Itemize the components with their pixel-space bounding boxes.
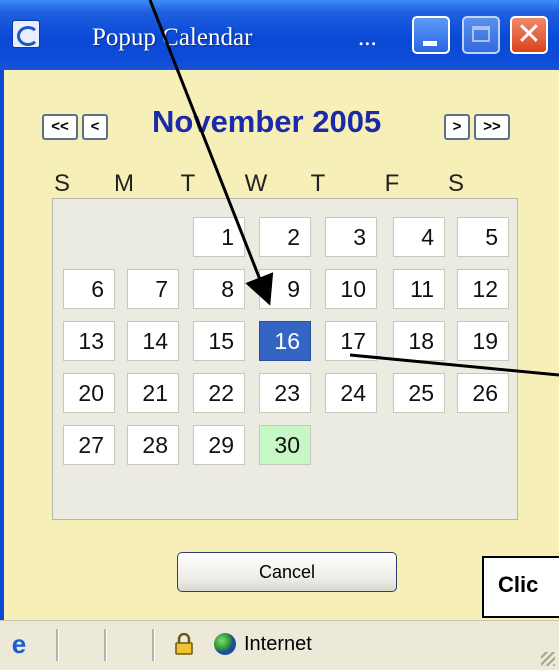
resize-grip-icon[interactable] (541, 652, 555, 666)
weekday-label: F (384, 170, 400, 197)
day-cell-20[interactable]: 20 (63, 373, 115, 413)
day-cell-25[interactable]: 25 (393, 373, 445, 413)
status-divider (104, 629, 107, 661)
day-cell-17[interactable]: 17 (325, 321, 377, 361)
day-cell-15[interactable]: 15 (193, 321, 245, 361)
day-cell-23[interactable]: 23 (259, 373, 311, 413)
annotation-callout: Clic (482, 556, 559, 618)
day-cell-14[interactable]: 14 (127, 321, 179, 361)
lock-icon (175, 633, 193, 655)
day-cell-8[interactable]: 8 (193, 269, 245, 309)
day-cell-22[interactable]: 22 (193, 373, 245, 413)
maximize-button[interactable] (462, 16, 500, 54)
close-icon: ✕ (516, 18, 542, 51)
day-cell-9[interactable]: 9 (259, 269, 311, 309)
prev-year-button[interactable]: << (42, 114, 78, 140)
weekday-label: W (244, 170, 268, 197)
next-year-button[interactable]: >> (474, 114, 510, 140)
weekday-label: M (114, 170, 134, 197)
day-cell-29[interactable]: 29 (193, 425, 245, 465)
weekday-label: T (180, 170, 196, 197)
day-cell-4[interactable]: 4 (393, 217, 445, 257)
day-cell-11[interactable]: 11 (393, 269, 445, 309)
status-bar: e Internet (0, 620, 559, 670)
weekday-label: S (53, 170, 70, 197)
day-cell-1[interactable]: 1 (193, 217, 245, 257)
day-grid: 1 2 3 4 5 6 7 8 9 10 11 12 13 14 15 16 17 18 19 20 21 22 23 24 2… (52, 198, 518, 520)
weekday-label: S (447, 170, 464, 197)
close-button[interactable]: ✕ (510, 16, 548, 54)
day-cell-27[interactable]: 27 (63, 425, 115, 465)
status-divider (56, 629, 59, 661)
minimize-button[interactable] (412, 16, 450, 54)
day-cell-13[interactable]: 13 (63, 321, 115, 361)
day-cell-7[interactable]: 7 (127, 269, 179, 309)
month-year-title: November 2005 (152, 104, 382, 139)
day-cell-21[interactable]: 21 (127, 373, 179, 413)
next-month-button[interactable]: > (444, 114, 470, 140)
day-cell-26[interactable]: 26 (457, 373, 509, 413)
day-cell-18[interactable]: 18 (393, 321, 445, 361)
day-cell-24[interactable]: 24 (325, 373, 377, 413)
maximize-icon (472, 26, 490, 42)
day-cell-3[interactable]: 3 (325, 217, 377, 257)
day-cell-2[interactable]: 2 (259, 217, 311, 257)
day-cell-12[interactable]: 12 (457, 269, 509, 309)
day-cell-16[interactable]: 16 (259, 321, 311, 361)
weekday-label: T (310, 170, 326, 197)
prev-month-button[interactable]: < (82, 114, 108, 140)
day-cell-28[interactable]: 28 (127, 425, 179, 465)
security-zone-label: Internet (244, 633, 312, 655)
status-divider (152, 629, 155, 661)
ie-icon: e (11, 629, 27, 659)
day-cell-5[interactable]: 5 (457, 217, 509, 257)
day-cell-10[interactable]: 10 (325, 269, 377, 309)
window-title: Popup Calendar (92, 24, 253, 51)
globe-icon (214, 633, 236, 655)
ie-page-icon (12, 20, 40, 48)
minimize-icon (423, 41, 437, 46)
title-ellipsis: ... (358, 24, 377, 51)
day-cell-30[interactable]: 30 (259, 425, 311, 465)
day-cell-6[interactable]: 6 (63, 269, 115, 309)
day-cell-19[interactable]: 19 (457, 321, 509, 361)
cancel-button[interactable]: Cancel (177, 552, 397, 592)
title-bar[interactable]: Popup Calendar ... ✕ (0, 0, 559, 70)
